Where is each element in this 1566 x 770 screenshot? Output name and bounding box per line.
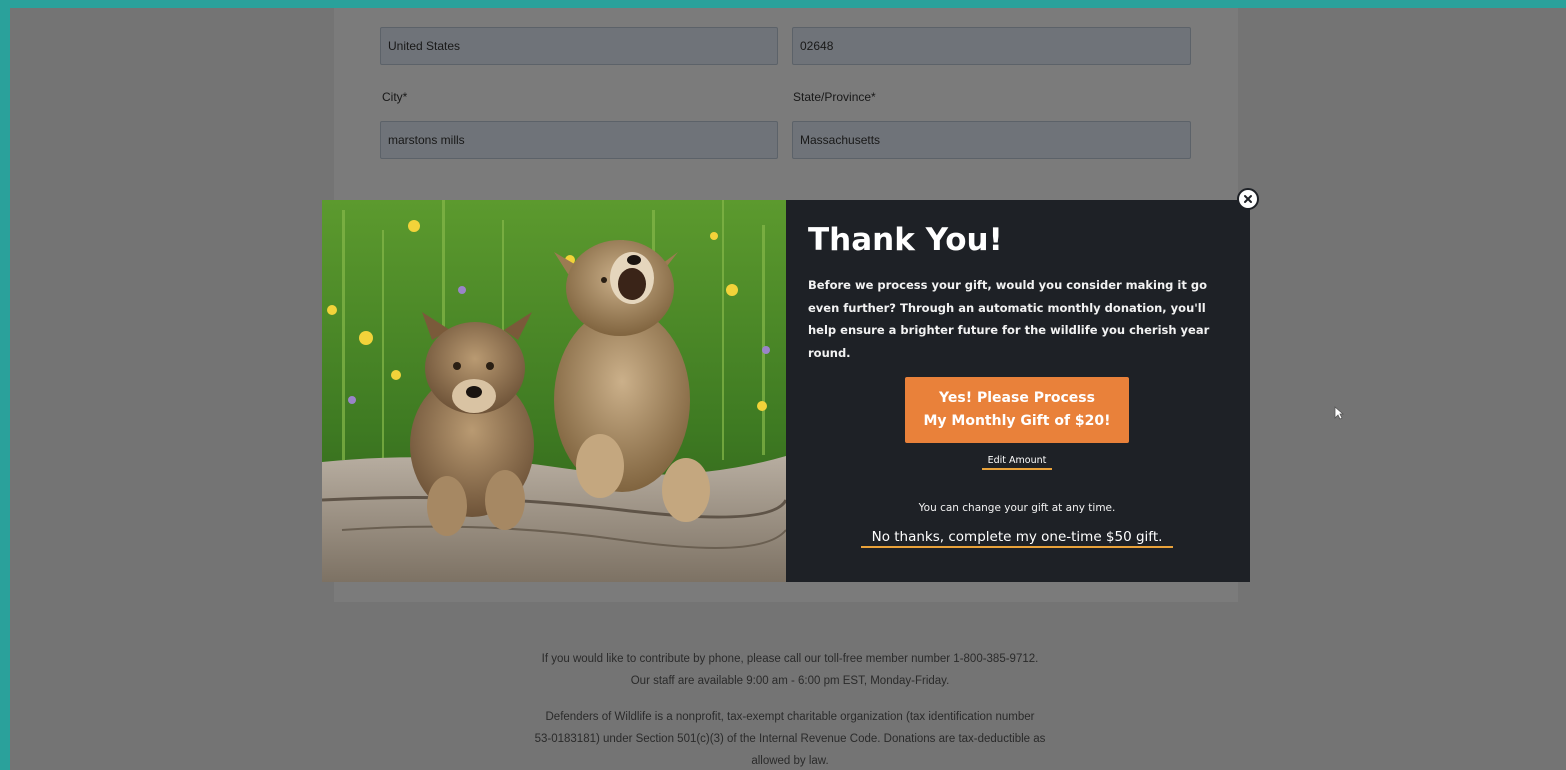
change-gift-note: You can change your gift at any time. (918, 502, 1116, 514)
yes-button-line-2: My Monthly Gift of $20! (923, 413, 1111, 429)
mouse-cursor-icon (1334, 406, 1345, 425)
monthly-upsell-modal: Thank You! Before we process your gift, … (322, 200, 1250, 582)
wolf-pups-photo (322, 200, 786, 582)
modal-message: Before we process your gift, would you c… (808, 278, 1210, 360)
close-modal-button[interactable] (1237, 188, 1259, 210)
edit-amount-link[interactable]: Edit Amount (982, 455, 1052, 470)
modal-content: Thank You! Before we process your gift, … (786, 200, 1250, 582)
no-thanks-link[interactable]: No thanks, complete my one-time $50 gift… (861, 529, 1173, 548)
modal-title: Thank You! (808, 222, 1003, 258)
yes-button-line-1: Yes! Please Process (939, 390, 1095, 406)
process-monthly-gift-button[interactable]: Yes! Please Process My Monthly Gift of $… (905, 377, 1129, 443)
close-circle-icon (1244, 195, 1252, 203)
